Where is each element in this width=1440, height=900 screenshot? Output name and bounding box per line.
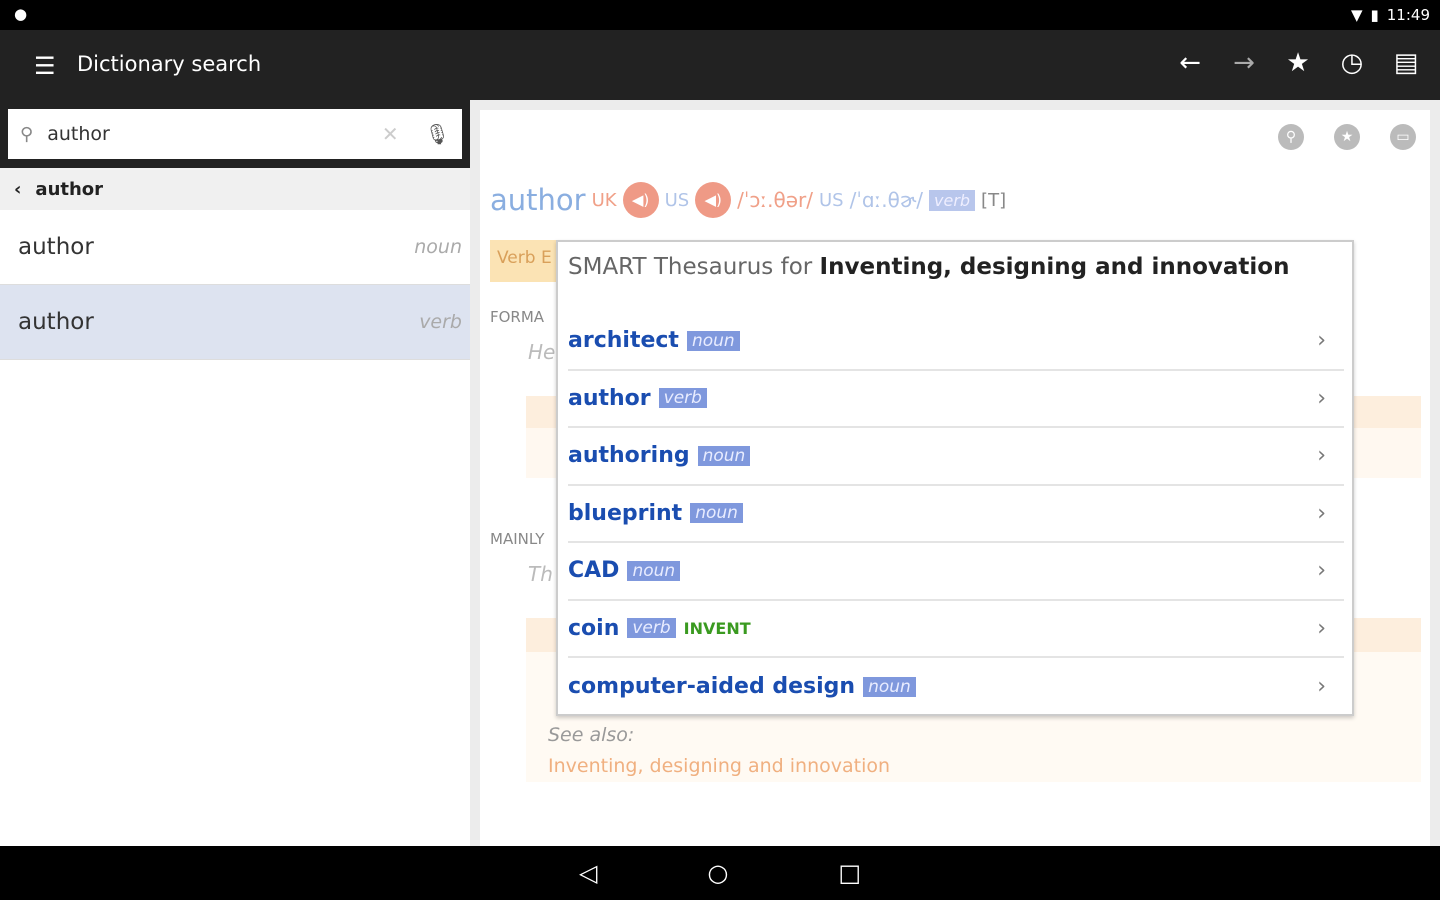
guide-word: INVENT: [683, 618, 751, 638]
back-nav-icon[interactable]: ◁: [579, 859, 597, 887]
speaker-icon[interactable]: ◀): [695, 182, 732, 218]
search-icon[interactable]: ⚲: [1278, 124, 1304, 150]
thesaurus-title: SMART Thesaurus for Inventing, designing…: [568, 254, 1290, 280]
thesaurus-item[interactable]: author verb ›: [568, 371, 1344, 428]
system-nav-bar: ◁ ○ □: [0, 846, 1440, 900]
pos-tag: noun: [690, 503, 743, 524]
thesaurus-popup: SMART Thesaurus for Inventing, designing…: [556, 240, 1354, 716]
search-icon: ⚲: [20, 123, 34, 145]
thesaurus-item[interactable]: authoring noun ›: [568, 428, 1344, 486]
page-title: Dictionary search: [77, 52, 262, 76]
thesaurus-item[interactable]: CAD noun ›: [568, 543, 1344, 601]
verb-tab[interactable]: Verb E: [490, 240, 560, 282]
entry-header: author UK ◀) US ◀) /ˈɔː.θər/ US /ˈɑː.θɚ/…: [490, 182, 1007, 218]
recents-icon[interactable]: □: [838, 859, 861, 887]
list-item[interactable]: author noun: [0, 210, 470, 285]
home-icon[interactable]: ○: [707, 859, 728, 887]
chevron-right-icon: ›: [1317, 443, 1326, 469]
star-icon[interactable]: ★: [1334, 124, 1360, 150]
app-bar: ☰ Dictionary search ← → ★ ◷ ▤: [0, 30, 1440, 100]
chevron-right-icon: ›: [1317, 615, 1326, 641]
results-panel: ⚲ author ✕ 🎙 ‹ author author noun author ve…: [0, 100, 470, 846]
thesaurus-item[interactable]: computer-aided design noun ›: [568, 658, 1344, 716]
chevron-right-icon: ›: [1317, 385, 1326, 411]
clock: 11:49: [1386, 6, 1430, 24]
pos-tag: noun: [697, 445, 751, 466]
chevron-left-icon[interactable]: ‹: [14, 179, 21, 200]
chevron-right-icon: ›: [1317, 558, 1326, 584]
chevron-right-icon: ›: [1317, 500, 1326, 526]
see-also-link[interactable]: Inventing, designing and innovation: [548, 755, 890, 777]
star-icon[interactable]: ★: [1284, 48, 1312, 78]
pos-tag: noun: [863, 676, 916, 697]
thesaurus-item[interactable]: architect noun ›: [568, 313, 1344, 371]
forward-arrow-icon[interactable]: →: [1230, 48, 1258, 78]
battery-icon: ▮: [1370, 6, 1379, 24]
status-bar: ● ▼ ▮ 11:49: [0, 0, 1440, 30]
speaker-icon[interactable]: ◀): [622, 182, 659, 218]
breadcrumb[interactable]: ‹ author: [0, 168, 470, 210]
microphone-icon[interactable]: 🎙: [425, 122, 450, 146]
thesaurus-item[interactable]: coin verb INVENT ›: [568, 601, 1344, 658]
location-pin-icon: ●: [14, 5, 28, 23]
list-item[interactable]: author verb: [0, 285, 470, 360]
thesaurus-item[interactable]: blueprint noun ›: [568, 486, 1344, 543]
clear-icon[interactable]: ✕: [382, 122, 399, 146]
pos-tag: verb: [627, 618, 676, 639]
menu-icon[interactable]: ☰: [34, 52, 56, 80]
pos-tag: noun: [686, 330, 740, 351]
share-icon[interactable]: ▭: [1390, 124, 1416, 150]
history-icon[interactable]: ◷: [1338, 48, 1366, 78]
pos-tag: noun: [627, 560, 681, 581]
wifi-icon: ▼: [1350, 6, 1363, 24]
search-input[interactable]: ⚲ author ✕ 🎙: [8, 109, 462, 159]
clipboard-icon[interactable]: ▤: [1392, 48, 1420, 78]
back-arrow-icon[interactable]: ←: [1176, 48, 1204, 78]
chevron-right-icon: ›: [1317, 328, 1326, 354]
chevron-right-icon: ›: [1317, 674, 1326, 700]
pos-tag: verb: [658, 388, 707, 409]
